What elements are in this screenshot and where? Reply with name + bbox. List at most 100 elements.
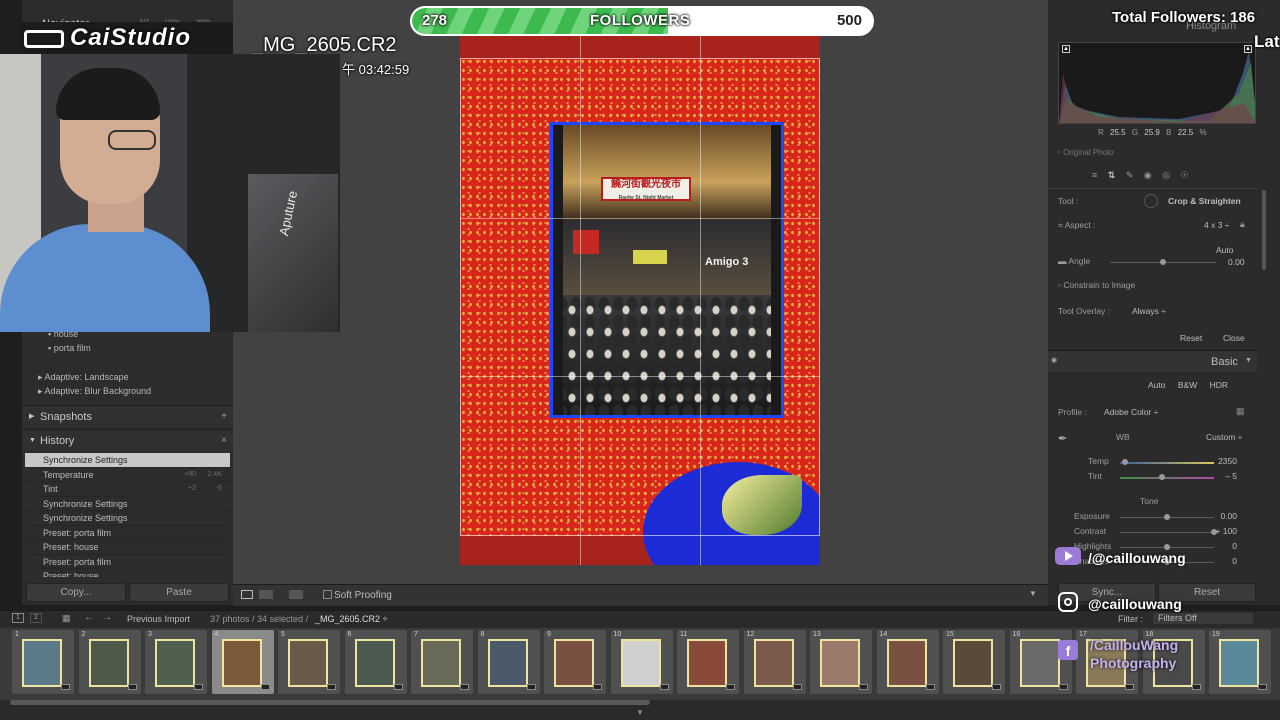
highlight-clipping-icon[interactable]: ▲	[1244, 45, 1252, 53]
slider-value[interactable]: + 100	[1215, 526, 1237, 536]
aspect-lock-icon[interactable]: 🔒︎	[1240, 219, 1245, 230]
histogram[interactable]: ▲ ▲	[1058, 42, 1256, 124]
slider-value[interactable]: – 5	[1225, 471, 1237, 481]
filmstrip-thumb[interactable]: 9	[544, 630, 606, 694]
wb-select[interactable]: Custom ÷	[1206, 432, 1242, 442]
auto-tone-button[interactable]: Auto	[1148, 380, 1166, 390]
history-header[interactable]: ▼ History ×	[22, 429, 233, 451]
filmstrip-thumb[interactable]: 13	[810, 630, 872, 694]
hdr-button[interactable]: HDR	[1210, 380, 1228, 390]
copy-button[interactable]: Copy...	[26, 583, 126, 602]
toolbar-menu-icon[interactable]: ▼	[1029, 589, 1037, 598]
healing-icon[interactable]: ✎	[1126, 170, 1134, 180]
slider-value[interactable]: 2350	[1218, 456, 1237, 466]
profile-select[interactable]: Adobe Color ÷	[1104, 407, 1158, 417]
filter-select[interactable]: Filters Off	[1153, 613, 1253, 624]
filmstrip-thumb[interactable]: 8	[477, 630, 540, 694]
tool-overlay-select[interactable]: Always ÷	[1132, 306, 1166, 316]
history-item[interactable]: Temperature +90 2.4K	[25, 468, 230, 482]
contrast-slider[interactable]	[1120, 529, 1217, 535]
filmstrip-thumb[interactable]: 5	[278, 630, 340, 694]
loupe-view-icon[interactable]	[241, 590, 253, 599]
crop-reset-button[interactable]: Reset	[1180, 333, 1202, 343]
constrain-checkbox[interactable]: ▫ Constrain to Image	[1058, 280, 1135, 290]
filmstrip-thumb[interactable]: 1	[12, 630, 74, 694]
slider-knob[interactable]	[1121, 459, 1128, 465]
basic-header[interactable]: ◉ Basic ▼	[1048, 350, 1257, 372]
presets-icon[interactable]: ☉	[1181, 170, 1189, 180]
tint-slider[interactable]	[1120, 474, 1214, 480]
crop-frame[interactable]	[460, 58, 820, 536]
history-item[interactable]: Synchronize Settings	[25, 497, 230, 511]
forward-arrow-icon[interactable]: →	[102, 612, 112, 623]
profile-browser-icon[interactable]: ▦	[1236, 406, 1245, 417]
adaptive-blur-background[interactable]: ▸ Adaptive: Blur Background	[38, 384, 151, 398]
shadow-clipping-icon[interactable]: ▲	[1062, 45, 1070, 53]
history-item[interactable]: Preset: porta film	[25, 526, 230, 540]
photo-preview[interactable]: 饒河街觀光夜市 Raohe St. Night Market Amigo 3	[460, 30, 820, 565]
bottom-panel-toggle-icon[interactable]: ▼	[636, 708, 644, 717]
history-item[interactable]: Synchronize Settings	[25, 453, 230, 468]
filmstrip-thumb[interactable]: 6	[344, 630, 407, 694]
back-arrow-icon[interactable]: ←	[84, 612, 94, 623]
filmstrip-thumb[interactable]: 12	[743, 630, 806, 694]
history-item[interactable]: Preset: porta film	[25, 555, 230, 569]
previous-import-link[interactable]: Previous Import	[127, 614, 190, 624]
temp-slider[interactable]	[1120, 459, 1214, 465]
edited-badge-icon	[992, 684, 1001, 690]
filmstrip-scrollbar[interactable]	[10, 700, 650, 705]
filmstrip-thumb[interactable]: 14	[876, 630, 939, 694]
crop-close-button[interactable]: Close	[1223, 333, 1245, 343]
history-item[interactable]: Synchronize Settings	[25, 511, 230, 526]
preset-item-porta-film[interactable]: ▪ porta film	[48, 341, 91, 355]
filmstrip-thumb[interactable]: 15	[943, 630, 1005, 694]
survey-view-icon[interactable]	[289, 590, 303, 599]
slider-value[interactable]: 0	[1232, 541, 1237, 551]
main-window-icon[interactable]: 1	[12, 613, 24, 623]
compare-view-icon[interactable]	[259, 590, 273, 599]
exposure-slider[interactable]	[1120, 514, 1214, 520]
filmstrip-thumb[interactable]: 10	[610, 630, 673, 694]
grid-view-icon[interactable]: ▦	[62, 613, 71, 624]
crop-tool-icon[interactable]: ⇅	[1108, 170, 1116, 180]
eyedropper-icon[interactable]: ✒	[1058, 432, 1067, 445]
angle-slider-knob[interactable]	[1160, 259, 1166, 265]
slider-knob[interactable]	[1164, 514, 1170, 520]
profile-label: Profile :	[1058, 407, 1087, 417]
paste-button[interactable]: Paste	[129, 583, 229, 602]
filmstrip-thumb[interactable]: 2	[78, 630, 141, 694]
filmstrip-thumb[interactable]: 4	[211, 630, 274, 694]
crop-tool-dial-icon[interactable]	[1144, 194, 1158, 208]
clear-history-icon[interactable]: ×	[221, 430, 227, 452]
slider-value[interactable]: 0.00	[1220, 511, 1237, 521]
snapshots-header[interactable]: ▶ Snapshots +	[22, 405, 233, 427]
second-window-icon[interactable]: 2	[30, 613, 42, 623]
edit-sliders-icon[interactable]: ≡	[1092, 170, 1097, 180]
auto-angle-button[interactable]: Auto	[1216, 245, 1234, 255]
current-file-select[interactable]: _MG_2605.CR2 ÷	[315, 614, 387, 624]
filmstrip-thumb[interactable]: 19	[1209, 630, 1271, 694]
aspect-select[interactable]: 4 x 3 ÷	[1204, 220, 1229, 230]
soft-proofing-label: Soft Proofing	[334, 590, 392, 601]
thumb-number: 2	[81, 631, 86, 638]
add-snapshot-icon[interactable]: +	[221, 406, 227, 428]
angle-slider[interactable]	[1110, 259, 1216, 265]
filmstrip-thumb[interactable]: 3	[145, 630, 207, 694]
history-item[interactable]: Preset: house	[25, 540, 230, 555]
original-photo-toggle[interactable]: ▫ Original Photo	[1058, 148, 1114, 157]
soft-proofing-checkbox[interactable]	[323, 590, 332, 599]
bw-button[interactable]: B&W	[1178, 380, 1197, 390]
angle-value[interactable]: 0.00	[1228, 257, 1245, 267]
masking-icon[interactable]: ◉	[1144, 170, 1152, 180]
slider-knob[interactable]	[1159, 474, 1166, 480]
history-item[interactable]: Tint +2 -5	[25, 482, 230, 497]
panel-switch-icon[interactable]: ◉	[1051, 356, 1057, 364]
filmstrip-thumb[interactable]: 7	[411, 630, 473, 694]
slider-value[interactable]: 0	[1232, 556, 1237, 566]
highlights-slider[interactable]	[1120, 544, 1214, 550]
filmstrip-thumb[interactable]: 11	[677, 630, 739, 694]
red-eye-icon[interactable]: ◎	[1162, 170, 1170, 180]
history-item[interactable]: Preset: house	[25, 569, 230, 577]
adaptive-landscape[interactable]: ▸ Adaptive: Landscape	[38, 370, 151, 384]
right-panel-scrollbar[interactable]	[1262, 190, 1266, 270]
